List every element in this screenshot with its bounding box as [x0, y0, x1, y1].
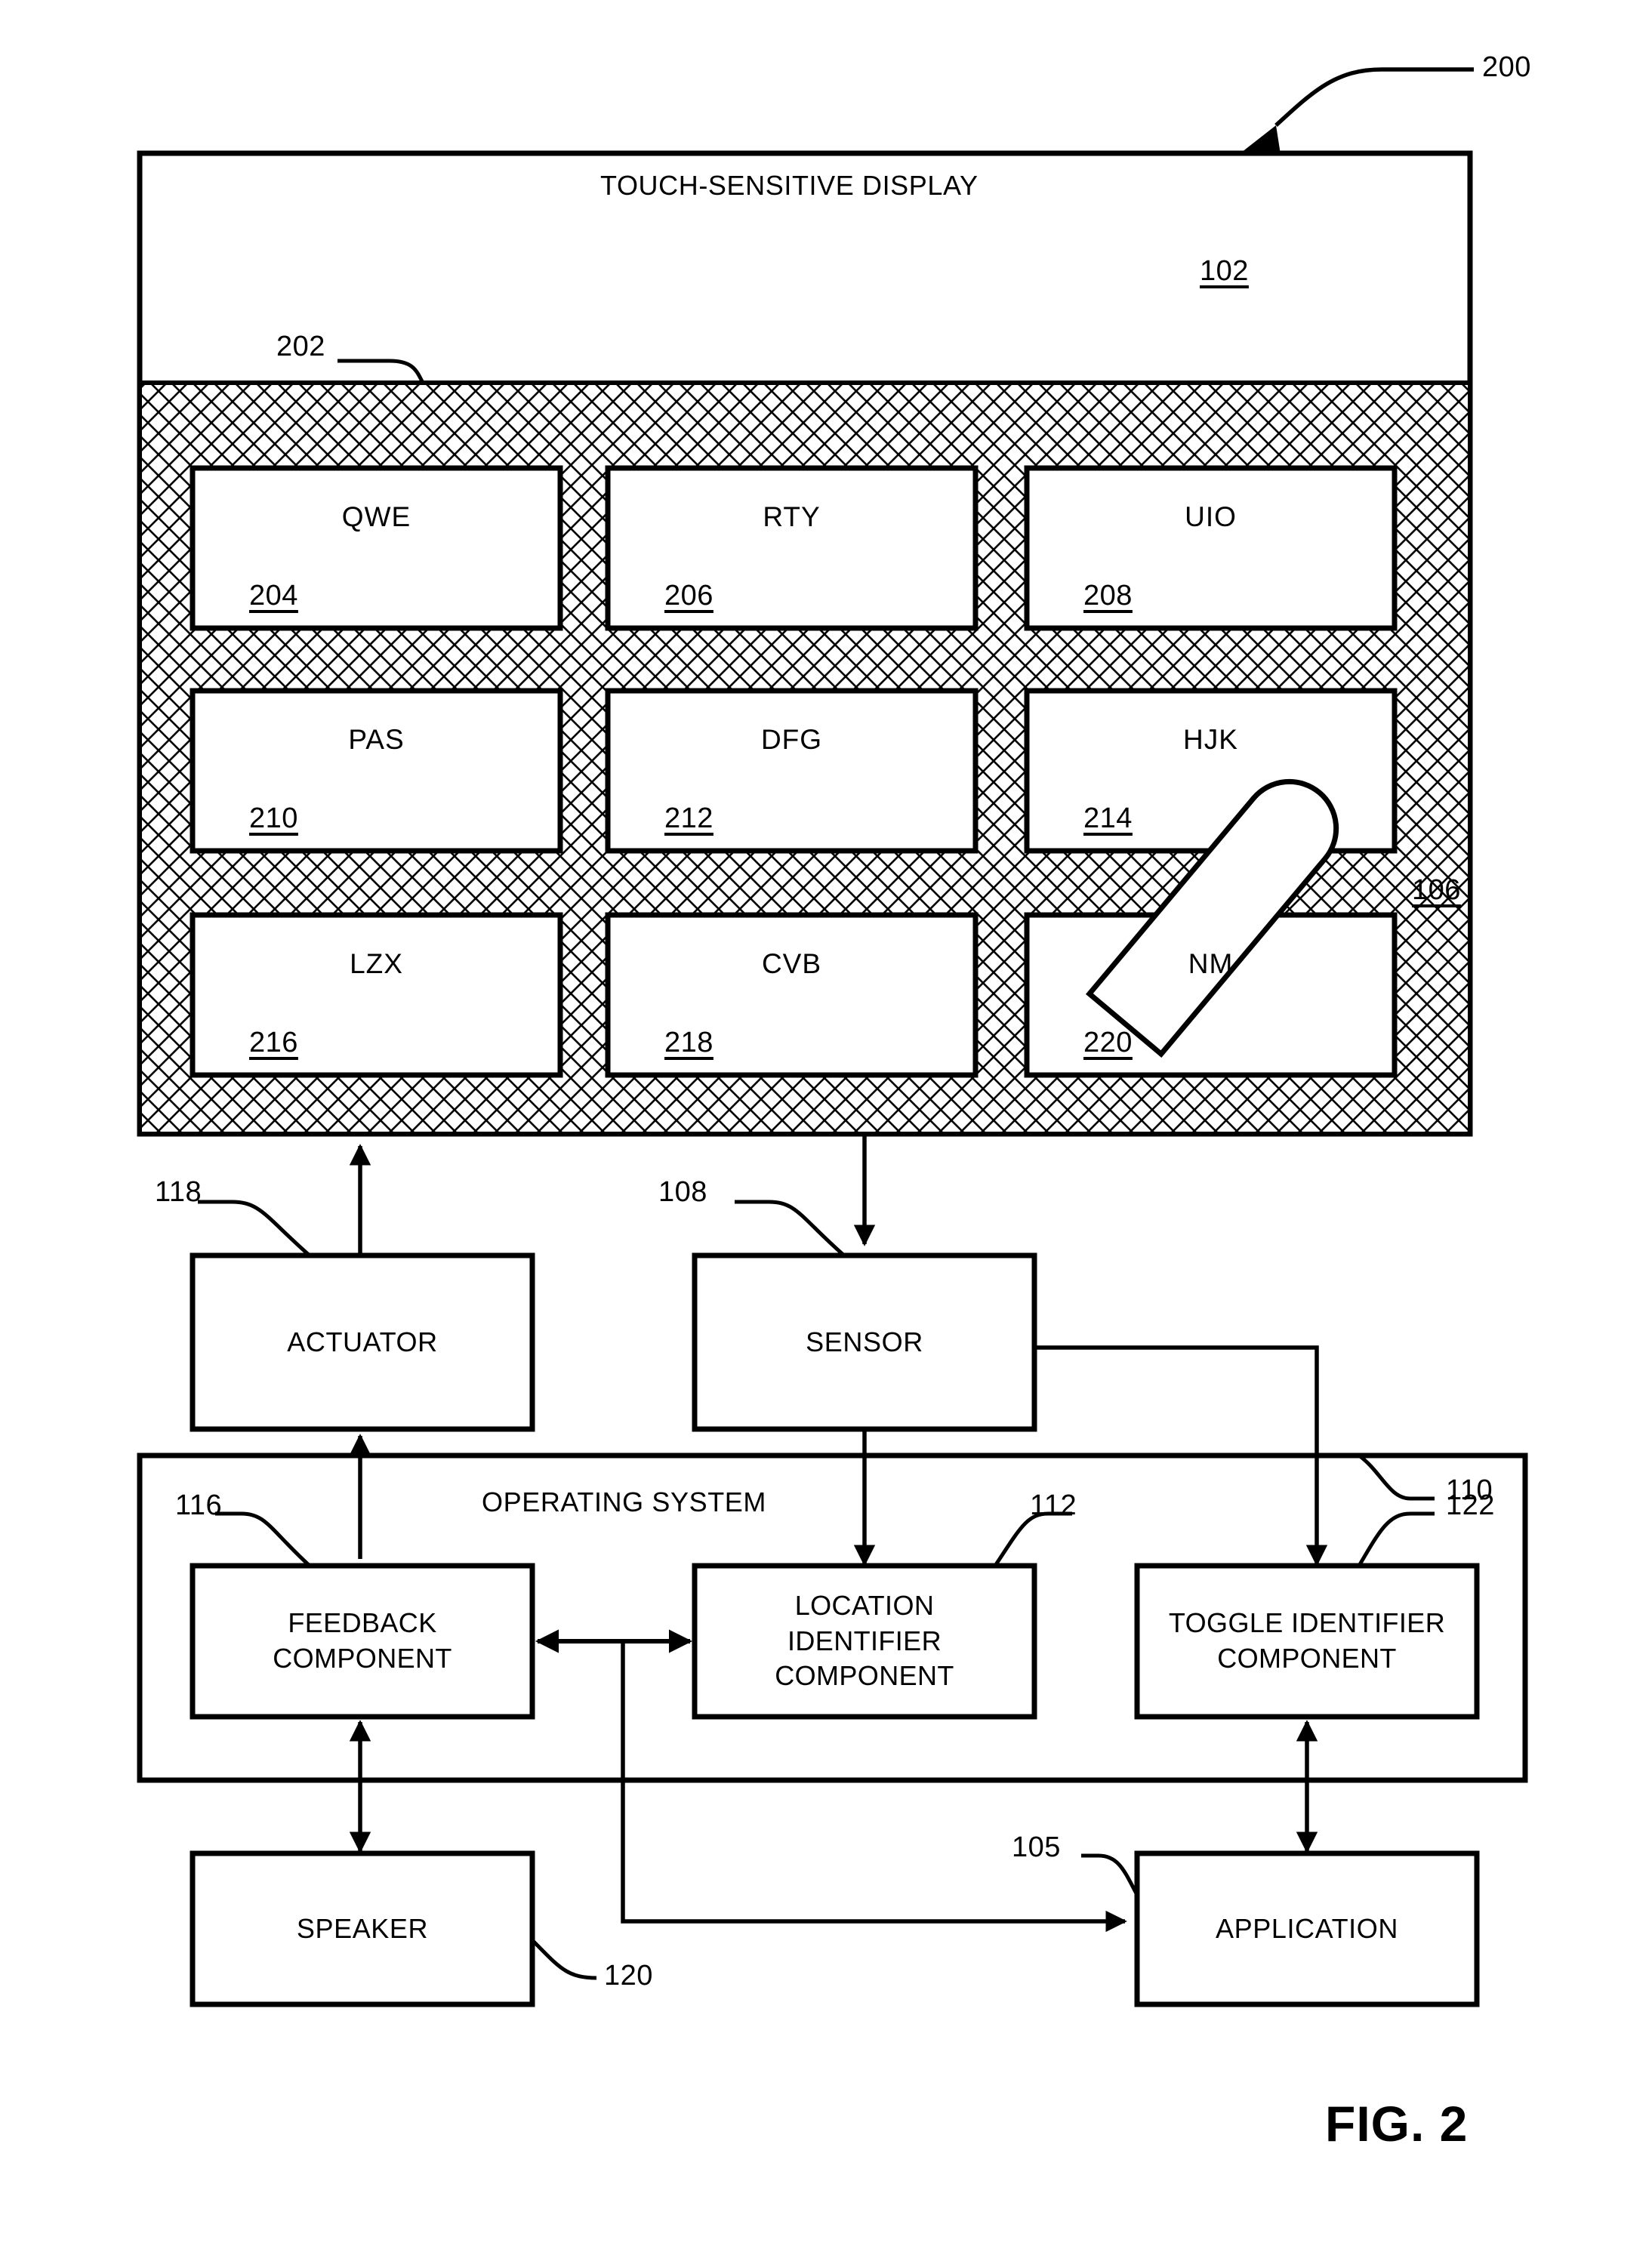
system-leader-200: [1207, 67, 1474, 180]
toggle-line-1: TOGGLE IDENTIFIER: [1168, 1607, 1446, 1639]
speaker-leader-120: [531, 1939, 597, 1980]
location-identifier-component-label: LOCATION IDENTIFIER COMPONENT: [695, 1566, 1034, 1717]
key-label-pas[interactable]: PAS: [193, 691, 560, 789]
location-line-1: LOCATION: [794, 1589, 935, 1621]
key-ref-206: 206: [664, 580, 714, 611]
system-ref-200: 200: [1482, 51, 1531, 83]
feedback-leader-116: [215, 1511, 311, 1567]
location-line-2: IDENTIFIER: [787, 1625, 942, 1656]
os-leader-110: [1358, 1453, 1435, 1501]
key-label-rty[interactable]: RTY: [608, 468, 975, 566]
location-ref-112: 112: [1030, 1489, 1077, 1521]
key-label-hjk[interactable]: HJK: [1027, 691, 1395, 789]
key-label-lzx[interactable]: LZX: [193, 915, 560, 1013]
actuator-ref-118: 118: [155, 1176, 202, 1208]
key-ref-212: 212: [664, 802, 714, 834]
key-ref-214: 214: [1083, 802, 1133, 834]
toggle-ref-122: 122: [1446, 1489, 1495, 1521]
application-ref-105: 105: [1012, 1831, 1061, 1863]
sensor-leader-108: [735, 1200, 846, 1257]
toggle-leader-122: [1357, 1511, 1435, 1567]
sensor-ref-108: 108: [658, 1176, 707, 1208]
application-label: APPLICATION: [1216, 1913, 1398, 1944]
keyboard-region-leader-202: [337, 359, 425, 384]
key-ref-204: 204: [249, 580, 298, 611]
key-label-qwe[interactable]: QWE: [193, 468, 560, 566]
application-leader-105: [1081, 1853, 1139, 1896]
toggle-identifier-component-label: TOGGLE IDENTIFIER COMPONENT: [1130, 1566, 1484, 1717]
key-label-nm[interactable]: NM: [1027, 915, 1395, 1013]
keyboard-region-ref-202: 202: [276, 331, 325, 362]
key-ref-216: 216: [249, 1027, 298, 1058]
operating-system-label: OPERATING SYSTEM: [482, 1486, 766, 1517]
key-label-uio[interactable]: UIO: [1027, 468, 1395, 566]
finger-ref-106: 106: [1412, 874, 1461, 906]
feedback-line-1: FEEDBACK: [288, 1607, 437, 1639]
feedback-ref-116: 116: [175, 1489, 223, 1521]
key-ref-218: 218: [664, 1027, 714, 1058]
figure-caption: FIG. 2: [1325, 2096, 1469, 2152]
speaker-ref-120: 120: [604, 1960, 653, 1992]
toggle-line-2: COMPONENT: [1217, 1643, 1397, 1674]
key-label-cvb[interactable]: CVB: [608, 915, 975, 1013]
key-ref-208: 208: [1083, 580, 1133, 611]
speaker-label: SPEAKER: [296, 1913, 429, 1944]
feedback-line-2: COMPONENT: [273, 1643, 452, 1674]
actuator-label: ACTUATOR: [287, 1326, 438, 1357]
key-ref-210: 210: [249, 802, 298, 834]
line-sensor-to-toggle: [1034, 1345, 1328, 1566]
sensor-label: SENSOR: [806, 1326, 923, 1357]
actuator-leader-118: [198, 1200, 311, 1257]
key-ref-220: 220: [1083, 1027, 1133, 1058]
patent-figure-canvas: 200 TOUCH-SENSITIVE DISPLAY 102 202 QWE …: [0, 0, 1652, 2255]
feedback-component-label: FEEDBACK COMPONENT: [193, 1566, 532, 1717]
key-label-dfg[interactable]: DFG: [608, 691, 975, 789]
display-title: TOUCH-SENSITIVE DISPLAY: [600, 170, 979, 201]
location-line-3: COMPONENT: [775, 1660, 954, 1692]
location-leader-112: [993, 1511, 1072, 1567]
display-ref-102: 102: [1200, 255, 1249, 287]
